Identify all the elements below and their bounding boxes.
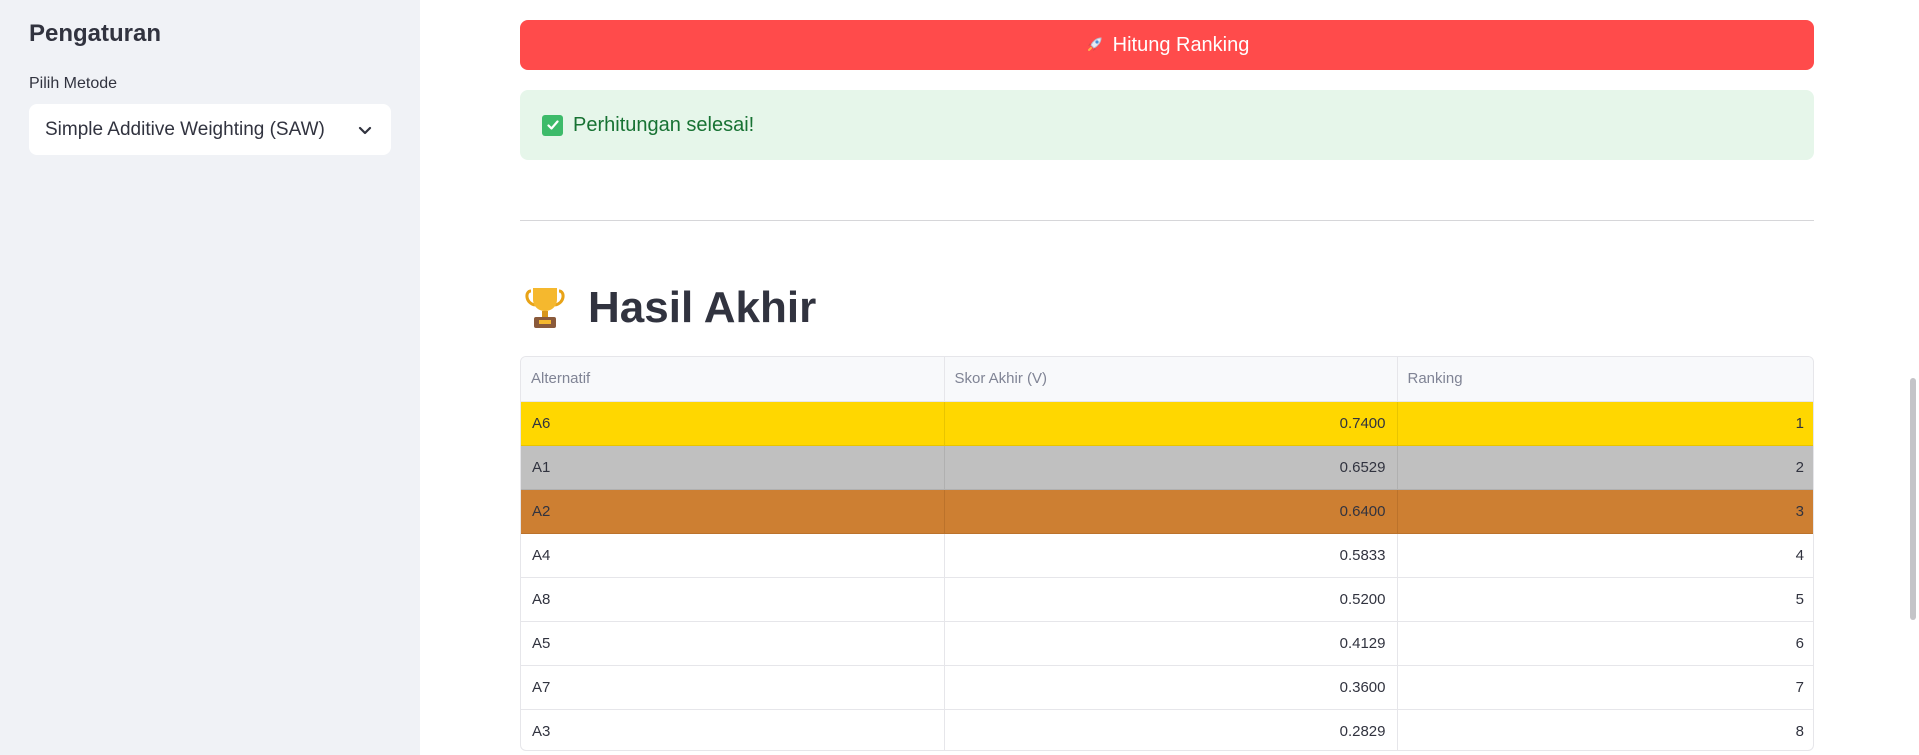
column-header-alternatif[interactable]: Alternatif	[521, 357, 945, 402]
cell-skor: 0.5200	[944, 577, 1398, 622]
hitung-ranking-label: Hitung Ranking	[1112, 33, 1250, 56]
cell-skor: 0.7400	[944, 401, 1398, 446]
chevron-down-icon	[355, 120, 375, 140]
cell-skor: 0.3600	[944, 665, 1398, 710]
table-row: A5 0.4129 6	[521, 621, 1813, 666]
trophy-icon	[520, 283, 570, 333]
success-message: Perhitungan selesai!	[573, 113, 755, 136]
cell-skor: 0.5833	[944, 533, 1398, 578]
table-row: A4 0.5833 4	[521, 533, 1813, 578]
cell-skor: 0.6529	[944, 445, 1398, 490]
cell-skor: 0.4129	[944, 621, 1398, 666]
table-header-row: Alternatif Skor Akhir (V) Ranking	[521, 357, 1813, 402]
table-row: A2 0.6400 3	[521, 489, 1813, 534]
cell-ranking: 7	[1397, 665, 1813, 710]
table-row: A6 0.7400 1	[521, 401, 1813, 446]
cell-ranking: 3	[1397, 489, 1813, 534]
cell-alternatif: A4	[521, 533, 945, 578]
column-header-skor[interactable]: Skor Akhir (V)	[944, 357, 1398, 402]
column-header-ranking[interactable]: Ranking	[1397, 357, 1813, 402]
scrollbar-thumb[interactable]	[1910, 378, 1916, 620]
rocket-icon	[1085, 34, 1105, 57]
method-label: Pilih Metode	[29, 75, 118, 92]
cell-ranking: 8	[1397, 709, 1813, 750]
result-title: Hasil Akhir	[588, 283, 817, 332]
cell-skor: 0.6400	[944, 489, 1398, 534]
table-row: A7 0.3600 7	[521, 665, 1813, 710]
cell-alternatif: A1	[521, 445, 945, 490]
success-alert: Perhitungan selesai!	[520, 90, 1814, 160]
cell-alternatif: A5	[521, 621, 945, 666]
cell-skor: 0.2829	[944, 709, 1398, 750]
result-heading: Hasil Akhir	[520, 278, 816, 338]
cell-ranking: 5	[1397, 577, 1813, 622]
method-select[interactable]: Simple Additive Weighting (SAW)	[29, 104, 391, 155]
cell-alternatif: A6	[521, 401, 945, 446]
divider	[520, 220, 1814, 221]
table-row: A1 0.6529 2	[521, 445, 1813, 490]
table-row: A3 0.2829 8	[521, 709, 1813, 750]
result-table: Alternatif Skor Akhir (V) Ranking A6 0.7…	[520, 356, 1814, 751]
cell-alternatif: A2	[521, 489, 945, 534]
check-icon	[542, 114, 563, 136]
hitung-ranking-button[interactable]: Hitung Ranking	[520, 20, 1814, 70]
cell-ranking: 2	[1397, 445, 1813, 490]
cell-alternatif: A3	[521, 709, 945, 750]
cell-ranking: 1	[1397, 401, 1813, 446]
cell-alternatif: A8	[521, 577, 945, 622]
cell-ranking: 4	[1397, 533, 1813, 578]
sidebar: Pengaturan Pilih Metode Simple Additive …	[0, 0, 420, 755]
table-row: A8 0.5200 5	[521, 577, 1813, 622]
cell-alternatif: A7	[521, 665, 945, 710]
main-content: Hitung Ranking Perhitungan selesai! Hasi…	[420, 0, 1919, 755]
sidebar-title: Pengaturan	[29, 20, 162, 47]
method-select-value: Simple Additive Weighting (SAW)	[45, 118, 325, 140]
cell-ranking: 6	[1397, 621, 1813, 666]
